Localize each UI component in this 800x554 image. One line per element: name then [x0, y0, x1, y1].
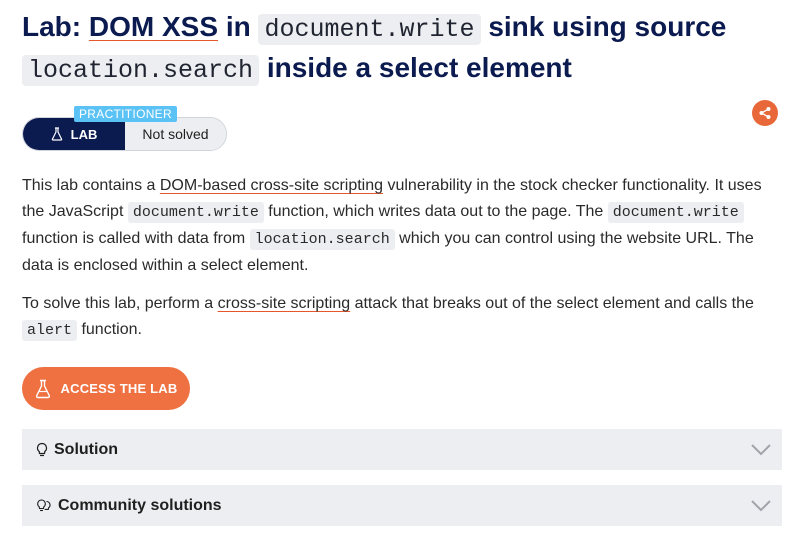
xss-link[interactable]: cross-site scripting [218, 295, 350, 312]
code-document-write: document.write [607, 202, 744, 223]
access-lab-label: ACCESS THE LAB [60, 381, 178, 396]
chevron-down-icon [751, 500, 771, 512]
code-alert: alert [22, 320, 78, 341]
lightbulbs-icon [36, 498, 52, 514]
dom-xss-link[interactable]: DOM-based cross-site scripting [160, 177, 383, 194]
solution-label: Solution [54, 440, 118, 458]
page-title: Lab: DOM XSS in document.write sink usin… [22, 8, 782, 90]
lab-status-pill: LAB Not solved [22, 117, 227, 151]
lab-objective: To solve this lab, perform a cross-site … [22, 291, 782, 344]
share-icon [759, 107, 771, 119]
lab-status: Not solved [125, 118, 226, 150]
objective-text: function. [77, 321, 142, 338]
desc-text: function is called with data from [22, 230, 250, 247]
solution-accordion[interactable]: Solution [22, 429, 782, 470]
access-lab-button[interactable]: ACCESS THE LAB [22, 367, 190, 410]
objective-text: To solve this lab, perform a [22, 295, 218, 312]
lab-label: LAB [23, 118, 125, 150]
desc-text: function, which writes data out to the p… [263, 203, 608, 220]
title-text-in: in [225, 11, 251, 42]
desc-text: This lab contains a [22, 177, 160, 194]
flask-icon [35, 379, 50, 398]
objective-text: attack that breaks out of the select ele… [350, 295, 754, 312]
lightbulb-icon [36, 442, 48, 458]
lab-label-text: LAB [70, 126, 98, 142]
title-suffix: inside a select element [266, 52, 572, 83]
code-document-write: document.write [127, 202, 264, 223]
community-solutions-label: Community solutions [58, 496, 222, 514]
lab-description: This lab contains a DOM-based cross-site… [22, 173, 782, 279]
code-location-search: location.search [249, 229, 395, 250]
title-link-dom-xss[interactable]: DOM XSS [89, 11, 218, 42]
share-button[interactable] [752, 100, 778, 126]
title-text-middle: sink using source [488, 11, 727, 42]
chevron-down-icon [751, 444, 771, 456]
community-solutions-accordion[interactable]: Community solutions [22, 485, 782, 526]
title-code-location-search: location.search [22, 55, 260, 86]
practitioner-badge: PRACTITIONER [74, 106, 177, 122]
title-code-document-write: document.write [258, 14, 481, 45]
title-prefix: Lab: [22, 11, 82, 42]
flask-icon [51, 127, 62, 141]
